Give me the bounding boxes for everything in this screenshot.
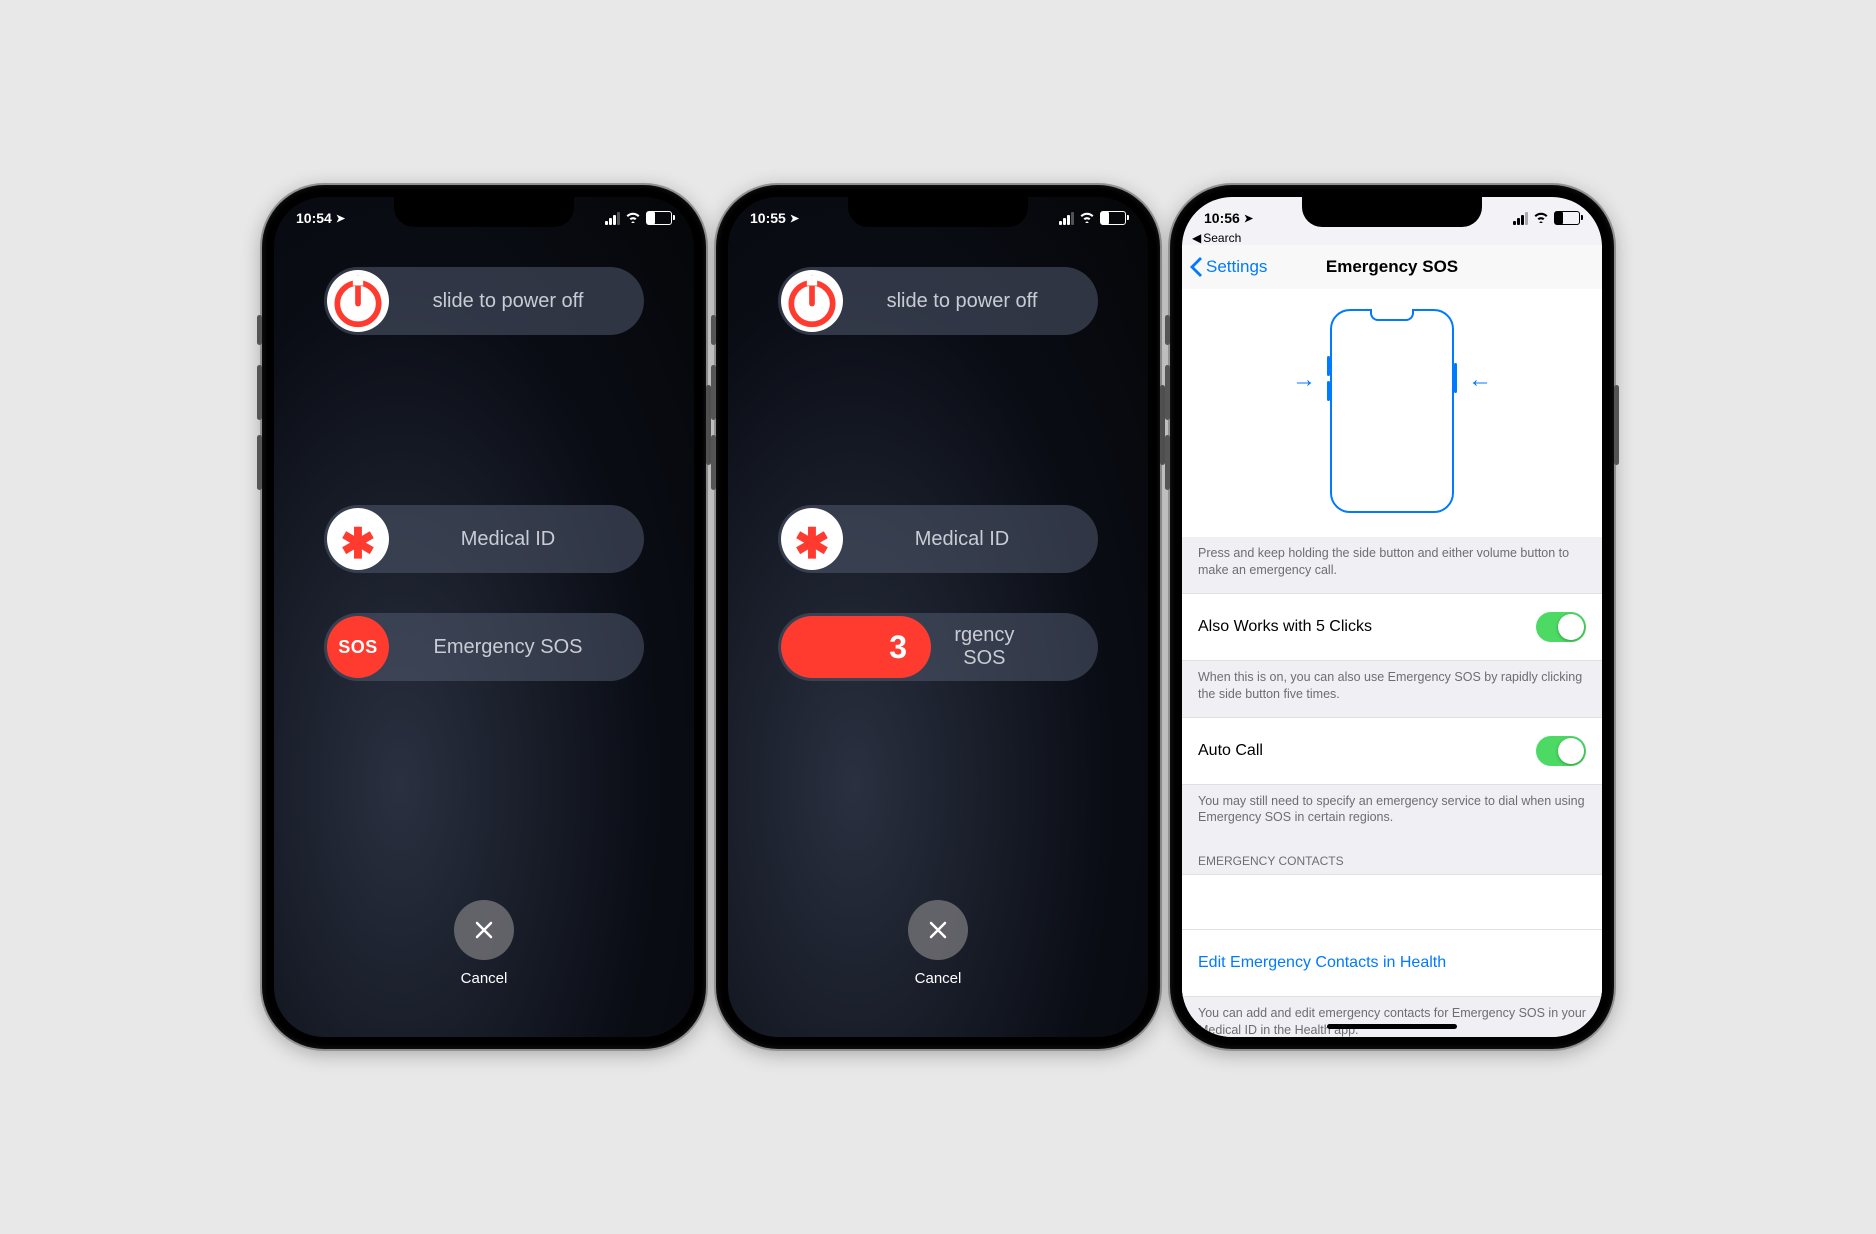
sos-icon[interactable]: SOS — [327, 616, 389, 678]
medical-id-label: Medical ID — [392, 528, 644, 551]
power-off-label: slide to power off — [846, 290, 1098, 313]
location-icon: ➤ — [336, 212, 345, 225]
contacts-header: EMERGENCY CONTACTS — [1182, 840, 1602, 874]
emergency-sos-slider[interactable]: 3 rgency SOS — [778, 613, 1098, 681]
phone-frame-1: 10:54 ➤ slide to p — [262, 185, 706, 1049]
arrow-right-icon: ← — [1468, 366, 1492, 394]
notch — [394, 197, 574, 227]
emergency-sos-slider[interactable]: SOS Emergency SOS — [324, 613, 644, 681]
five-clicks-footer: When this is on, you can also use Emerge… — [1182, 661, 1602, 717]
power-icon[interactable] — [327, 270, 389, 332]
wifi-icon — [1079, 211, 1095, 226]
signal-icon — [1059, 212, 1074, 225]
contacts-footer: You can add and edit emergency contacts … — [1182, 997, 1602, 1037]
status-time: 10:54 — [296, 210, 332, 226]
emergency-sos-label-partial: rgency SOS — [934, 624, 1055, 670]
nav-title: Emergency SOS — [1326, 257, 1458, 277]
status-time: 10:55 — [750, 210, 786, 226]
auto-call-footer: You may still need to specify an emergen… — [1182, 785, 1602, 841]
battery-icon — [1554, 211, 1580, 225]
battery-icon — [646, 211, 672, 225]
wifi-icon — [1533, 211, 1549, 226]
instruction-diagram: → ← — [1182, 289, 1602, 537]
auto-call-toggle[interactable] — [1536, 736, 1586, 766]
asterisk-icon[interactable]: ✱ — [781, 508, 843, 570]
power-off-slider[interactable]: slide to power off — [324, 267, 644, 335]
notch — [848, 197, 1028, 227]
cancel-label: Cancel — [461, 970, 508, 987]
phone-frame-3: 10:56 ➤ ◀ Search Settings Emergency S — [1170, 185, 1614, 1049]
diagram-footer: Press and keep holding the side button a… — [1182, 537, 1602, 593]
wifi-icon — [625, 211, 641, 226]
back-to-search[interactable]: ◀ Search — [1192, 231, 1241, 245]
medical-id-label: Medical ID — [846, 528, 1098, 551]
cancel-button[interactable] — [908, 900, 968, 960]
five-clicks-toggle[interactable] — [1536, 612, 1586, 642]
medical-id-slider[interactable]: ✱ Medical ID — [324, 505, 644, 573]
location-icon: ➤ — [790, 212, 799, 225]
asterisk-icon[interactable]: ✱ — [327, 508, 389, 570]
power-icon[interactable] — [781, 270, 843, 332]
power-off-slider[interactable]: slide to power off — [778, 267, 1098, 335]
signal-icon — [605, 212, 620, 225]
status-time: 10:56 — [1204, 210, 1240, 226]
nav-bar: Settings Emergency SOS — [1182, 245, 1602, 290]
cancel-button[interactable] — [454, 900, 514, 960]
medical-id-slider[interactable]: ✱ Medical ID — [778, 505, 1098, 573]
location-icon: ➤ — [1244, 212, 1253, 225]
emergency-sos-label: Emergency SOS — [392, 636, 644, 659]
home-indicator[interactable] — [1327, 1024, 1457, 1029]
arrow-left-icon: → — [1292, 366, 1316, 394]
cancel-label: Cancel — [915, 970, 962, 987]
five-clicks-row[interactable]: Also Works with 5 Clicks — [1182, 593, 1602, 661]
notch — [1302, 197, 1482, 227]
battery-icon — [1100, 211, 1126, 225]
nav-back-button[interactable]: Settings — [1190, 257, 1267, 277]
auto-call-row[interactable]: Auto Call — [1182, 717, 1602, 785]
edit-contacts-link[interactable]: Edit Emergency Contacts in Health — [1182, 930, 1602, 997]
power-off-label: slide to power off — [392, 290, 644, 313]
signal-icon — [1513, 212, 1528, 225]
sos-countdown-knob[interactable]: 3 — [781, 616, 931, 678]
empty-contact-row — [1182, 874, 1602, 930]
phone-frame-2: 10:55 ➤ slide to p — [716, 185, 1160, 1049]
